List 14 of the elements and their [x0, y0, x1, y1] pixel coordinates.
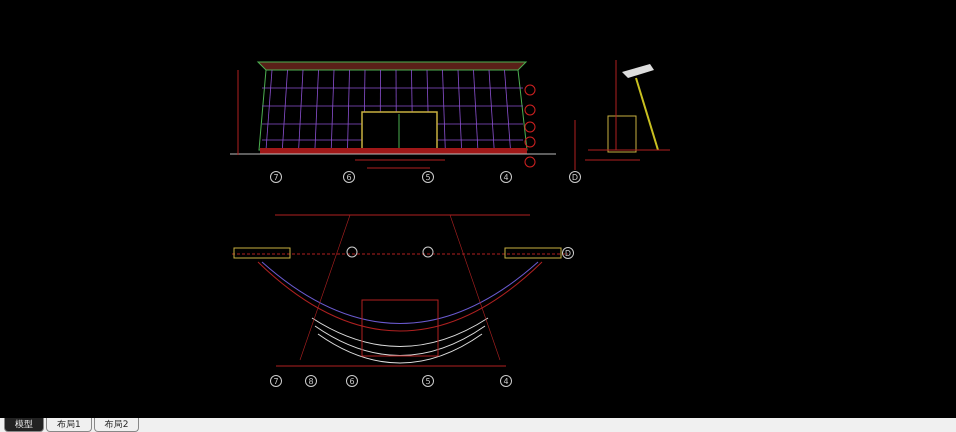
axis-bubble: 7	[270, 375, 282, 387]
axis-bubble: 7	[270, 171, 282, 183]
axis-bubble: 8	[305, 375, 317, 387]
axis-bubble: D	[569, 171, 581, 183]
layout-tab[interactable]: 布局2	[94, 418, 140, 432]
axis-bubble: 5	[422, 171, 434, 183]
axis-bubble: 6	[343, 171, 355, 183]
layout-tab[interactable]: 模型	[4, 418, 44, 432]
axis-bubble: 4	[500, 171, 512, 183]
axis-bubble: 5	[422, 375, 434, 387]
axis-bubble: 6	[346, 375, 358, 387]
axis-bubble: 4	[500, 375, 512, 387]
axis-bubble: D	[562, 247, 574, 259]
layout-tab[interactable]: 布局1	[46, 418, 92, 432]
